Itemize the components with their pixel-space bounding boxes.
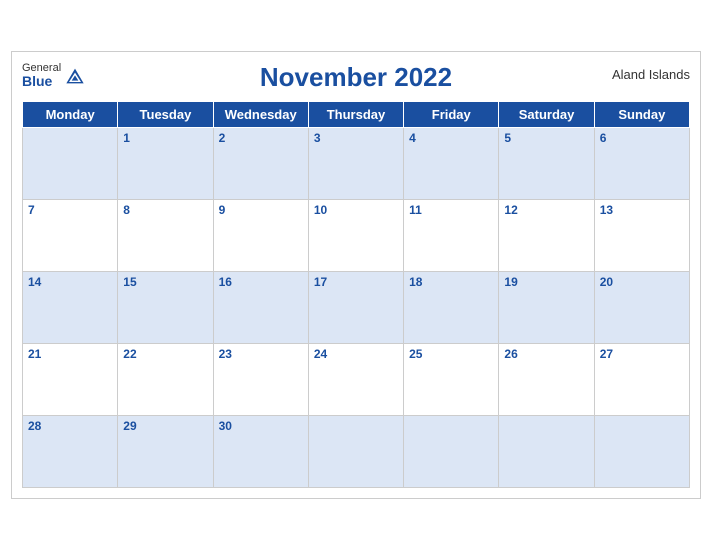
weekday-wednesday: Wednesday [213, 102, 308, 128]
calendar-header: General Blue November 2022 Aland Islands [22, 62, 690, 93]
day-number: 19 [504, 275, 517, 289]
calendar-week-row: 21 22 23 24 25 26 27 [23, 344, 690, 416]
logo-blue-text: Blue [22, 74, 61, 89]
day-number: 29 [123, 419, 136, 433]
calendar-cell: 11 [404, 200, 499, 272]
calendar-cell: 20 [594, 272, 689, 344]
calendar-cell: 14 [23, 272, 118, 344]
calendar-cell: 18 [404, 272, 499, 344]
region-label: Aland Islands [612, 67, 690, 82]
day-number: 8 [123, 203, 130, 217]
day-number: 1 [123, 131, 130, 145]
day-number: 20 [600, 275, 613, 289]
day-number: 21 [28, 347, 41, 361]
calendar-cell: 5 [499, 128, 594, 200]
day-number: 25 [409, 347, 422, 361]
calendar-table: MondayTuesdayWednesdayThursdayFridaySatu… [22, 101, 690, 488]
calendar-cell: 2 [213, 128, 308, 200]
month-title: November 2022 [260, 62, 452, 93]
weekday-monday: Monday [23, 102, 118, 128]
calendar-cell: 12 [499, 200, 594, 272]
weekday-header-row: MondayTuesdayWednesdayThursdayFridaySatu… [23, 102, 690, 128]
day-number: 3 [314, 131, 321, 145]
calendar-cell: 30 [213, 416, 308, 488]
weekday-friday: Friday [404, 102, 499, 128]
calendar-week-row: 14 15 16 17 18 19 20 [23, 272, 690, 344]
calendar-cell [499, 416, 594, 488]
calendar-cell: 22 [118, 344, 213, 416]
calendar-cell: 23 [213, 344, 308, 416]
weekday-sunday: Sunday [594, 102, 689, 128]
weekday-tuesday: Tuesday [118, 102, 213, 128]
calendar-thead: MondayTuesdayWednesdayThursdayFridaySatu… [23, 102, 690, 128]
day-number: 30 [219, 419, 232, 433]
calendar-cell: 8 [118, 200, 213, 272]
calendar-cell: 1 [118, 128, 213, 200]
day-number: 2 [219, 131, 226, 145]
calendar-body: 1234567891011121314151617181920212223242… [23, 128, 690, 488]
day-number: 13 [600, 203, 613, 217]
day-number: 28 [28, 419, 41, 433]
calendar-cell [23, 128, 118, 200]
day-number: 9 [219, 203, 226, 217]
day-number: 14 [28, 275, 41, 289]
day-number: 10 [314, 203, 327, 217]
calendar-cell [308, 416, 403, 488]
day-number: 22 [123, 347, 136, 361]
day-number: 6 [600, 131, 607, 145]
day-number: 23 [219, 347, 232, 361]
calendar-cell: 13 [594, 200, 689, 272]
calendar-cell: 29 [118, 416, 213, 488]
calendar-cell: 3 [308, 128, 403, 200]
calendar-cell: 26 [499, 344, 594, 416]
calendar-week-row: 7 8 9 10 11 12 13 [23, 200, 690, 272]
calendar-cell: 28 [23, 416, 118, 488]
logo: General Blue [22, 62, 85, 89]
day-number: 15 [123, 275, 136, 289]
calendar-cell: 9 [213, 200, 308, 272]
day-number: 16 [219, 275, 232, 289]
calendar-cell: 16 [213, 272, 308, 344]
calendar-cell: 7 [23, 200, 118, 272]
calendar-cell: 25 [404, 344, 499, 416]
calendar-week-row: 28 29 30 [23, 416, 690, 488]
day-number: 24 [314, 347, 327, 361]
day-number: 5 [504, 131, 511, 145]
day-number: 7 [28, 203, 35, 217]
calendar-week-row: 1 2 3 4 5 6 [23, 128, 690, 200]
weekday-saturday: Saturday [499, 102, 594, 128]
calendar-cell: 15 [118, 272, 213, 344]
calendar-cell: 6 [594, 128, 689, 200]
day-number: 27 [600, 347, 613, 361]
day-number: 17 [314, 275, 327, 289]
day-number: 12 [504, 203, 517, 217]
calendar-cell: 21 [23, 344, 118, 416]
day-number: 11 [409, 203, 422, 217]
calendar-cell: 24 [308, 344, 403, 416]
day-number: 26 [504, 347, 517, 361]
calendar-cell: 27 [594, 344, 689, 416]
calendar-cell: 17 [308, 272, 403, 344]
calendar-cell [594, 416, 689, 488]
calendar-cell [404, 416, 499, 488]
calendar-cell: 19 [499, 272, 594, 344]
calendar-cell: 4 [404, 128, 499, 200]
day-number: 18 [409, 275, 422, 289]
weekday-thursday: Thursday [308, 102, 403, 128]
day-number: 4 [409, 131, 416, 145]
calendar: General Blue November 2022 Aland Islands… [11, 51, 701, 499]
calendar-cell: 10 [308, 200, 403, 272]
logo-icon [65, 67, 85, 85]
